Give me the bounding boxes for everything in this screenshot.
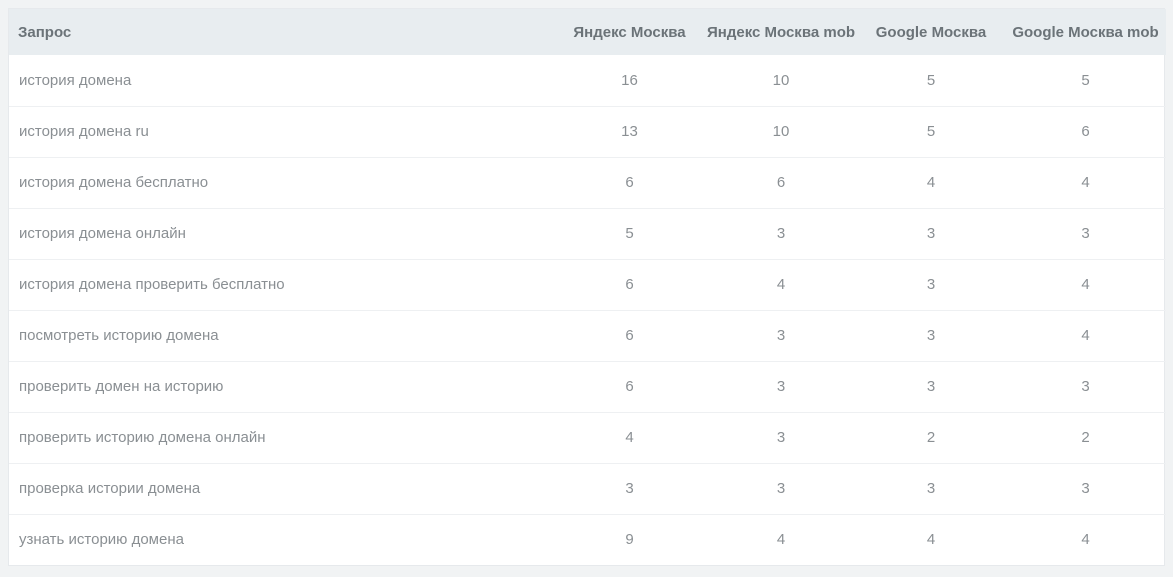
google-moscow-cell: 3 <box>926 276 936 293</box>
table-body: история домена 16 10 5 5 история домена ru 13 1… <box>9 55 1166 565</box>
column-header-yandex-moscow-mob[interactable]: Яндекс Москва mob <box>705 9 857 55</box>
google-moscow-mob-cell: 3 <box>1081 480 1090 497</box>
column-header-google-moscow[interactable]: Google Москва <box>857 9 1005 55</box>
yandex-moscow-mob-cell: 10 <box>772 71 790 89</box>
yandex-moscow-cell: 6 <box>625 174 634 191</box>
google-moscow-mob-cell: 3 <box>1081 225 1090 242</box>
google-moscow-mob-cell: 5 <box>1081 71 1090 89</box>
table-row[interactable]: история домена онлайн 5 3 3 3 <box>9 208 1166 259</box>
google-moscow-mob-cell: 3 <box>1081 378 1090 395</box>
yandex-moscow-mob-cell: 3 <box>776 327 786 344</box>
yandex-moscow-mob-cell: 3 <box>776 429 786 446</box>
query-cell: история домена проверить бесплатно <box>19 276 285 293</box>
yandex-moscow-cell: 6 <box>625 276 634 293</box>
query-cell: посмотреть историю домена <box>19 327 219 344</box>
table-row[interactable]: история домена ru 13 10 5 6 <box>9 106 1166 157</box>
yandex-moscow-cell: 13 <box>621 123 638 140</box>
query-cell: узнать историю домена <box>19 531 184 549</box>
table-row[interactable]: история домена бесплатно 6 6 4 4 <box>9 157 1166 208</box>
yandex-moscow-cell: 9 <box>625 531 634 549</box>
google-moscow-mob-cell: 6 <box>1081 123 1090 140</box>
google-moscow-mob-cell: 2 <box>1081 429 1090 446</box>
yandex-moscow-cell: 6 <box>625 378 634 395</box>
yandex-moscow-cell: 16 <box>621 71 638 89</box>
yandex-moscow-mob-cell: 3 <box>776 225 786 242</box>
google-moscow-cell: 5 <box>926 71 936 89</box>
google-moscow-cell: 3 <box>926 225 936 242</box>
yandex-moscow-mob-cell: 3 <box>776 480 786 497</box>
google-moscow-mob-cell: 4 <box>1081 531 1090 549</box>
table-header-row: Запрос Яндекс Москва Яндекс Москва mob G… <box>9 9 1166 55</box>
query-cell: история домена ru <box>19 123 149 140</box>
google-moscow-cell: 4 <box>926 174 936 191</box>
google-moscow-cell: 4 <box>926 531 936 549</box>
query-cell: история домена бесплатно <box>19 174 209 191</box>
google-moscow-cell: 3 <box>926 327 936 344</box>
google-moscow-cell: 3 <box>926 378 936 395</box>
table-row[interactable]: проверить домен на историю 6 3 3 3 <box>9 361 1166 412</box>
table-row[interactable]: посмотреть историю домена 6 3 3 4 <box>9 310 1166 361</box>
yandex-moscow-mob-cell: 3 <box>776 378 786 395</box>
yandex-moscow-cell: 5 <box>625 225 634 242</box>
table-row[interactable]: история домена 16 10 5 5 <box>9 55 1166 106</box>
yandex-moscow-cell: 4 <box>625 429 634 446</box>
column-header-google-moscow-mob[interactable]: Google Москва mob <box>1005 9 1166 55</box>
google-moscow-cell: 3 <box>926 480 936 497</box>
query-cell: проверить историю домена онлайн <box>19 429 266 446</box>
yandex-moscow-cell: 6 <box>625 327 634 344</box>
google-moscow-mob-cell: 4 <box>1081 276 1090 293</box>
column-header-query[interactable]: Запрос <box>9 9 554 55</box>
google-moscow-mob-cell: 4 <box>1081 174 1090 191</box>
yandex-moscow-mob-cell: 6 <box>776 174 786 191</box>
yandex-moscow-mob-cell: 10 <box>772 123 790 140</box>
table-row[interactable]: проверка истории домена 3 3 3 3 <box>9 463 1166 514</box>
google-moscow-cell: 5 <box>926 123 936 140</box>
google-moscow-mob-cell: 4 <box>1081 327 1090 344</box>
yandex-moscow-cell: 3 <box>625 480 634 497</box>
query-cell: проверить домен на историю <box>19 378 224 395</box>
positions-table-panel: Запрос Яндекс Москва Яндекс Москва mob G… <box>8 8 1166 566</box>
query-cell: проверка истории домена <box>19 480 201 497</box>
column-header-yandex-moscow[interactable]: Яндекс Москва <box>554 9 705 55</box>
yandex-moscow-mob-cell: 4 <box>776 276 786 293</box>
table-row[interactable]: узнать историю домена 9 4 4 4 <box>9 514 1166 565</box>
query-cell: история домена онлайн <box>19 225 186 242</box>
query-cell: история домена <box>19 71 132 89</box>
yandex-moscow-mob-cell: 4 <box>776 531 786 549</box>
google-moscow-cell: 2 <box>926 429 936 446</box>
table-row[interactable]: история домена проверить бесплатно 6 4 3 4 <box>9 259 1166 310</box>
positions-table: Запрос Яндекс Москва Яндекс Москва mob G… <box>9 9 1166 565</box>
table-row[interactable]: проверить историю домена онлайн 4 3 2 2 <box>9 412 1166 463</box>
